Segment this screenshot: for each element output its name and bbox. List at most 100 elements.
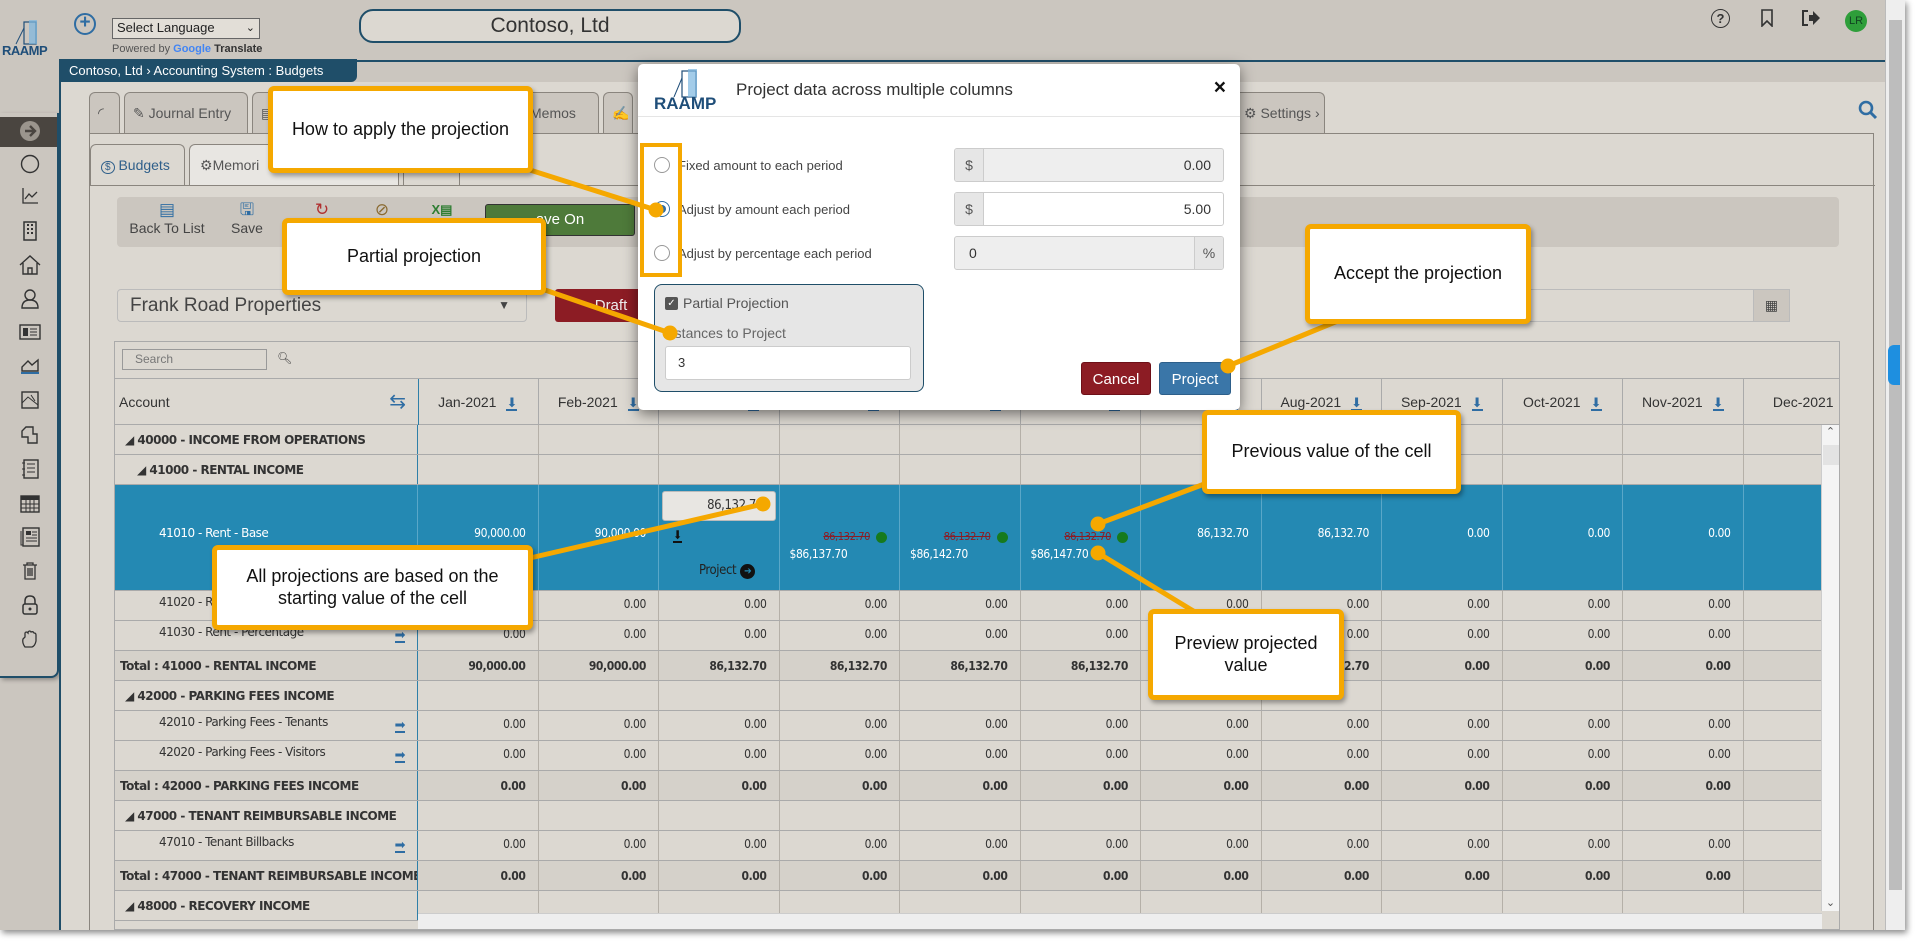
fixed-amount-input[interactable]: $ 0.00 <box>954 148 1224 182</box>
value-cell[interactable]: 0.00 <box>1623 741 1744 770</box>
company-name[interactable]: Contoso, Ltd <box>359 9 741 43</box>
hand-icon[interactable] <box>18 629 42 653</box>
value-cell[interactable]: 90,000.00 <box>539 485 659 590</box>
tab-journal-entry[interactable]: ✎ Journal Entry <box>124 92 248 133</box>
value-cell[interactable]: 0.00 <box>1141 741 1262 770</box>
value-cell[interactable]: 0.00 <box>659 621 780 650</box>
project-link[interactable]: Project ➔ <box>699 563 756 579</box>
value-cell[interactable]: 0.00 <box>1382 741 1503 770</box>
value-cell[interactable]: 0.00 <box>418 741 539 770</box>
value-cell[interactable]: 0.00 <box>780 621 900 650</box>
value-cell[interactable]: 0.00 <box>659 771 780 800</box>
value-cell[interactable]: 0.00 <box>1262 711 1382 740</box>
table-row[interactable]: 42020 - Parking Fees - Visitors ➡ 0.00 0.00… <box>115 741 1821 771</box>
value-cell[interactable]: 0.00 <box>1141 711 1262 740</box>
group-row[interactable]: ◢ 42000 - PARKING FEES INCOME <box>115 681 1821 711</box>
value-cell[interactable]: 0.00 <box>1021 861 1141 890</box>
value-cell[interactable]: 86,132.70 <box>659 651 780 680</box>
value-cell[interactable]: 86,132.70 <box>1021 651 1141 680</box>
download-icon[interactable]: ⬇ <box>1712 396 1724 411</box>
void-button[interactable]: ⊘ <box>367 200 397 220</box>
radio-adjust-amount[interactable] <box>654 201 670 217</box>
value-cell[interactable]: 86,132.70 $86,147.70 <box>1021 485 1141 590</box>
download-icon[interactable]: ⬇ <box>1351 396 1363 411</box>
back-to-list-button[interactable]: ▤ Back To List <box>127 200 207 236</box>
value-cell[interactable]: 0.00 <box>539 771 659 800</box>
id-card-icon[interactable] <box>18 323 42 347</box>
grid-search-input[interactable]: Search <box>122 349 267 370</box>
arrow-right-icon[interactable]: ➡ <box>394 749 406 763</box>
chart-line-icon[interactable] <box>18 187 42 211</box>
value-cell[interactable]: 0.00 <box>1262 831 1382 860</box>
value-cell[interactable]: 0.00 <box>539 711 659 740</box>
value-cell[interactable]: 0.00 <box>1262 861 1382 890</box>
editing-cell-input[interactable]: 86,132.70 <box>662 491 776 521</box>
value-cell[interactable]: 0.00 <box>659 831 780 860</box>
value-cell[interactable]: 0.00 <box>900 621 1021 650</box>
value-cell[interactable]: 0.00 <box>1503 485 1623 590</box>
value-cell[interactable]: 0.00 <box>1141 831 1262 860</box>
group-row[interactable]: ◢ 41000 - RENTAL INCOME <box>115 455 1821 485</box>
value-cell[interactable]: 0.00 <box>1503 651 1623 680</box>
value-cell[interactable]: 0.00 <box>900 771 1021 800</box>
arrow-right-circle-icon[interactable] <box>18 120 42 144</box>
value-cell[interactable]: 0.00 <box>1503 741 1623 770</box>
value-cell[interactable]: 0.00 <box>1503 711 1623 740</box>
group-row[interactable]: ◢ 47000 - TENANT REIMBURSABLE INCOME <box>115 801 1821 831</box>
calendar-icon[interactable] <box>18 493 42 517</box>
value-cell[interactable]: 0.00 <box>1623 591 1744 620</box>
value-cell[interactable]: 0.00 <box>1623 651 1744 680</box>
save-button[interactable]: 🖫 Save <box>227 200 267 236</box>
value-cell[interactable]: 0.00 <box>1021 741 1141 770</box>
swap-columns-icon[interactable]: ⇆ <box>389 379 406 425</box>
value-cell[interactable]: 0.00 <box>1382 621 1503 650</box>
total-row[interactable]: Total : 41000 - RENTAL INCOME 90,000.00 90… <box>115 651 1821 681</box>
value-cell[interactable]: 0.00 <box>900 711 1021 740</box>
tab-edit[interactable]: ✍ <box>603 92 633 133</box>
arrow-right-icon[interactable]: ➡ <box>394 629 406 643</box>
bookmark-icon[interactable] <box>1756 9 1778 31</box>
value-cell[interactable]: 0.00 <box>1623 861 1744 890</box>
value-cell[interactable]: 0.00 <box>780 741 900 770</box>
group-row[interactable]: ◢ 40000 - INCOME FROM OPERATIONS <box>115 425 1821 455</box>
search-icon[interactable]: 🔍︎ <box>277 351 292 365</box>
value-cell[interactable]: 86,132.70 <box>1141 485 1262 590</box>
value-cell[interactable]: 0.00 <box>1623 831 1744 860</box>
arrow-right-icon[interactable]: ➡ <box>394 719 406 733</box>
value-cell[interactable]: 0.00 <box>659 711 780 740</box>
table-row[interactable]: 42010 - Parking Fees - Tenants ➡ 0.00 0.00 0… <box>115 711 1821 741</box>
value-cell[interactable]: 0.00 <box>780 711 900 740</box>
home-icon[interactable] <box>18 255 42 279</box>
value-cell[interactable]: 0.00 <box>780 771 900 800</box>
download-icon[interactable]: ⬇ <box>1471 396 1483 411</box>
scroll-up-icon[interactable]: ⌃ <box>1822 425 1839 438</box>
value-cell[interactable]: 0.00 <box>1503 771 1623 800</box>
value-cell[interactable]: 0.00 <box>1021 831 1141 860</box>
calendar-icon[interactable]: ▦ <box>1753 290 1789 321</box>
circle-icon[interactable] <box>18 154 42 178</box>
value-cell[interactable]: 0.00 <box>659 591 780 620</box>
total-row[interactable]: Total : 47000 - TENANT REIMBURSABLE INCO… <box>115 861 1821 891</box>
value-cell[interactable]: 0.00 <box>1141 771 1262 800</box>
value-cell[interactable]: 0.00 <box>1021 711 1141 740</box>
value-cell[interactable]: 0.00 <box>1021 771 1141 800</box>
side-feedback-tab[interactable] <box>1888 345 1900 385</box>
value-cell[interactable]: 0.00 <box>1382 651 1503 680</box>
download-icon[interactable]: ⬇ <box>506 396 518 411</box>
value-cell[interactable]: 0.00 <box>1623 771 1744 800</box>
download-icon[interactable]: ⬇ <box>673 529 682 543</box>
download-icon[interactable]: ⬇ <box>1590 396 1602 411</box>
raamp-logo[interactable]: RAAMP <box>2 18 58 58</box>
value-cell[interactable]: 0.00 <box>1503 831 1623 860</box>
value-cell[interactable]: 0.00 <box>780 591 900 620</box>
value-cell[interactable]: 0.00 <box>900 741 1021 770</box>
project-button[interactable]: Project <box>1159 362 1231 395</box>
value-cell[interactable]: 90,000.00 <box>418 651 539 680</box>
subtab-budgets[interactable]: $ Budgets <box>90 144 185 185</box>
value-cell[interactable]: 0.00 <box>1262 741 1382 770</box>
value-cell[interactable]: 0.00 <box>418 771 539 800</box>
page-scrollbar-thumb[interactable] <box>1889 20 1902 890</box>
month-header[interactable]: Dec-2021 <box>1744 379 1840 425</box>
grid-vertical-scrollbar[interactable]: ⌃ ⌄ <box>1821 425 1839 911</box>
value-cell[interactable]: 0.00 <box>1141 861 1262 890</box>
